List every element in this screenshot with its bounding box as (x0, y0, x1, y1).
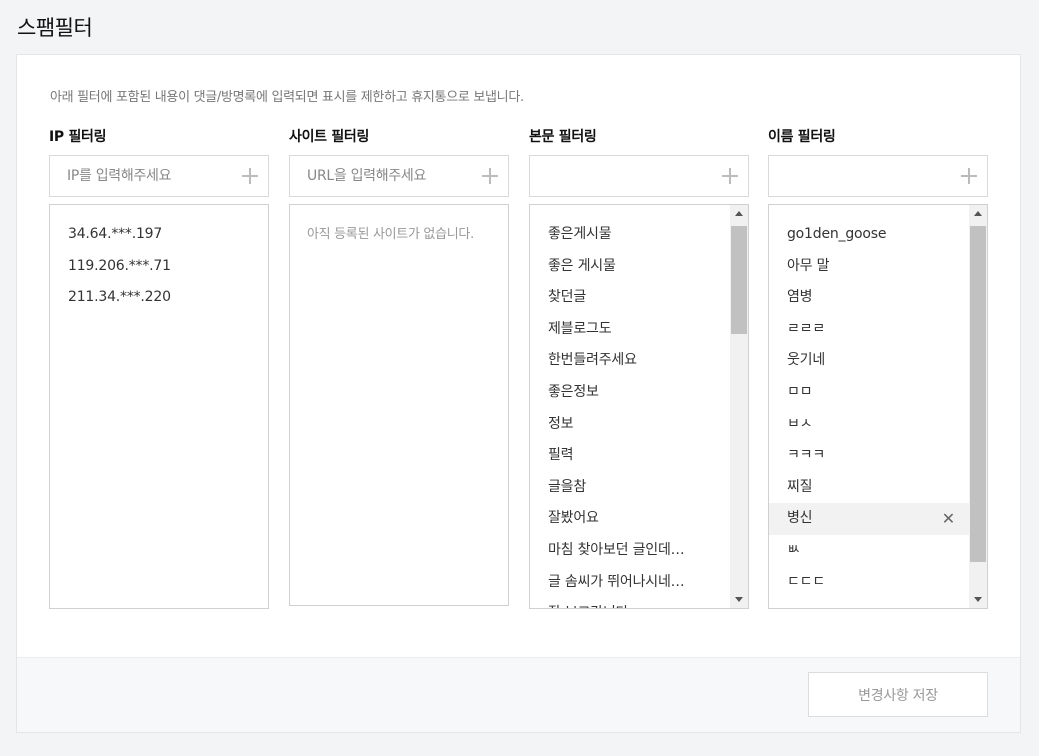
scroll-thumb[interactable] (731, 226, 747, 334)
list-item-label: 좋은게시물 (548, 226, 612, 242)
list-item-label: 염병 (787, 289, 813, 306)
close-icon[interactable]: ✕ (942, 503, 955, 535)
list-item[interactable]: 필력 (530, 440, 730, 472)
scroll-up-arrow-icon[interactable] (969, 205, 987, 222)
site-list: 아직 등록된 사이트가 없습니다. (289, 204, 509, 606)
list-item[interactable]: 찌질 (769, 472, 969, 504)
list-item-label: ㅁㅁ (787, 383, 813, 400)
list-item[interactable]: 34.64.***.197 (50, 219, 268, 251)
list-item-label: 잘 보고갑니다 (548, 605, 629, 608)
site-add-row (289, 155, 509, 197)
list-item[interactable]: 아무 말 (769, 251, 969, 283)
plus-icon[interactable] (242, 168, 258, 184)
list-item[interactable]: ㅁㅁ (769, 377, 969, 409)
list-item[interactable]: 좋은 게시물 (530, 251, 730, 283)
list-item[interactable]: 염병 (769, 282, 969, 314)
list-item-label: 병신 (787, 510, 813, 527)
list-item[interactable]: ㅋㅋㅋ (769, 440, 969, 472)
list-item[interactable]: 잘 보고갑니다 (530, 598, 730, 608)
list-item[interactable]: 좋은정보 (530, 377, 730, 409)
list-item-label: ㄷㄷㄷ (787, 573, 826, 590)
list-item[interactable]: 웃기네 (769, 345, 969, 377)
scroll-down-arrow-icon[interactable] (730, 591, 748, 608)
list-item-label: 제블로그도 (548, 320, 612, 337)
list-item[interactable]: 211.34.***.220 (50, 282, 268, 314)
ip-input[interactable] (67, 156, 232, 196)
name-add-row (768, 155, 988, 197)
list-item-label: 211.34.***.220 (68, 289, 171, 306)
scroll-down-arrow-icon[interactable] (969, 591, 987, 608)
list-item-label: 정보 (548, 415, 574, 432)
list-item-label: 찾던글 (548, 289, 587, 306)
body-input[interactable] (547, 156, 712, 196)
list-item-label: 필력 (548, 447, 574, 464)
list-item-label: 잘봤어요 (548, 510, 599, 527)
list-item[interactable]: ㄹㄹㄹ (769, 314, 969, 346)
list-item[interactable]: ㅄ (769, 535, 969, 567)
body-filter-title: 본문 필터링 (529, 129, 597, 145)
scrollbar[interactable] (730, 205, 748, 608)
list-item-label: ㅅㅂ (787, 605, 813, 608)
scrollbar[interactable] (969, 205, 987, 608)
site-filter-section: 사이트 필터링 아직 등록된 사이트가 없습니다. (289, 127, 509, 606)
filter-description: 아래 필터에 포함된 내용이 댓글/방명록에 입력되면 표시를 제한하고 휴지통… (50, 90, 524, 105)
save-changes-button[interactable]: 변경사항 저장 (808, 672, 988, 717)
plus-icon[interactable] (482, 168, 498, 184)
footer-bar: 변경사항 저장 (17, 657, 1020, 732)
plus-icon[interactable] (722, 168, 738, 184)
ip-filter-section: IP 필터링 34.64.***.197 119.206.***.71 211.34… (49, 127, 269, 609)
ip-list: 34.64.***.197 119.206.***.71 211.34.***.22… (49, 204, 269, 609)
name-filter-section: 이름 필터링 go1den_goose 아무 말염병 ㄹㄹㄹ 웃기네 ㅁㅁㅂㅅㅋㅋㅋ 찌질… (768, 127, 988, 609)
list-item-label: ㄹㄹㄹ (787, 320, 826, 337)
spam-filter-panel: 아래 필터에 포함된 내용이 댓글/방명록에 입력되면 표시를 제한하고 휴지통… (16, 54, 1021, 733)
list-item-label: ㅋㅋㅋ (787, 447, 826, 464)
list-item-label: ㅂㅅ (787, 415, 813, 432)
list-item-label: ㅄ (787, 541, 800, 558)
body-filter-section: 본문 필터링 좋은게시물좋은 게시물찾던글제블로그도한번들려주세요좋은정보정보필… (529, 127, 749, 609)
site-filter-title: 사이트 필터링 (289, 129, 370, 145)
list-item[interactable]: 마침 찾아보던 글인데… (530, 535, 730, 567)
list-item[interactable]: 병신 ✕ (769, 503, 969, 535)
list-item[interactable]: 119.206.***.71 (50, 251, 268, 283)
list-item-label: 아무 말 (787, 257, 830, 274)
list-item[interactable]: 좋은게시물 (530, 219, 730, 251)
body-list: 좋은게시물좋은 게시물찾던글제블로그도한번들려주세요좋은정보정보필력글을참잘봤어… (529, 204, 749, 609)
list-item[interactable]: ㅂㅅ (769, 409, 969, 441)
list-item[interactable]: ㄷㄷㄷ (769, 567, 969, 599)
list-item-label: 34.64.***.197 (68, 226, 163, 242)
list-item-label: 글 솜씨가 뛰어나시네… (548, 573, 685, 590)
list-item[interactable]: 잘봤어요 (530, 503, 730, 535)
list-item-label: 글을참 (548, 478, 587, 495)
list-item[interactable]: 찾던글 (530, 282, 730, 314)
list-item-label: 한번들려주세요 (548, 352, 637, 369)
ip-add-row (49, 155, 269, 197)
list-item-label: 웃기네 (787, 352, 826, 369)
list-item-label: 좋은정보 (548, 383, 599, 400)
url-input[interactable] (307, 156, 472, 196)
name-filter-title: 이름 필터링 (768, 129, 836, 145)
list-item[interactable]: go1den_goose (769, 219, 969, 251)
list-item-label: 마침 찾아보던 글인데… (548, 541, 685, 558)
scroll-thumb[interactable] (970, 226, 986, 562)
page-title: 스팸필터 (17, 16, 93, 40)
name-input[interactable] (786, 156, 951, 196)
list-item[interactable]: 글 솜씨가 뛰어나시네… (530, 567, 730, 599)
ip-filter-title: IP 필터링 (49, 129, 107, 145)
empty-message: 아직 등록된 사이트가 없습니다. (307, 227, 474, 242)
plus-icon[interactable] (961, 168, 977, 184)
name-list: go1den_goose 아무 말염병 ㄹㄹㄹ 웃기네 ㅁㅁㅂㅅㅋㅋㅋ 찌질병신 ✕ ㅄㄷㄷㄷ… (768, 204, 988, 609)
list-item-label: go1den_goose (787, 226, 887, 242)
list-item[interactable]: 정보 (530, 409, 730, 441)
list-item[interactable]: ㅅㅂ (769, 598, 969, 608)
list-item-label: 119.206.***.71 (68, 257, 171, 274)
list-item[interactable]: 한번들려주세요 (530, 345, 730, 377)
scroll-up-arrow-icon[interactable] (730, 205, 748, 222)
list-item[interactable]: 제블로그도 (530, 314, 730, 346)
list-item[interactable]: 글을참 (530, 472, 730, 504)
list-item-label: 찌질 (787, 478, 813, 495)
body-add-row (529, 155, 749, 197)
list-item-label: 좋은 게시물 (548, 257, 616, 274)
